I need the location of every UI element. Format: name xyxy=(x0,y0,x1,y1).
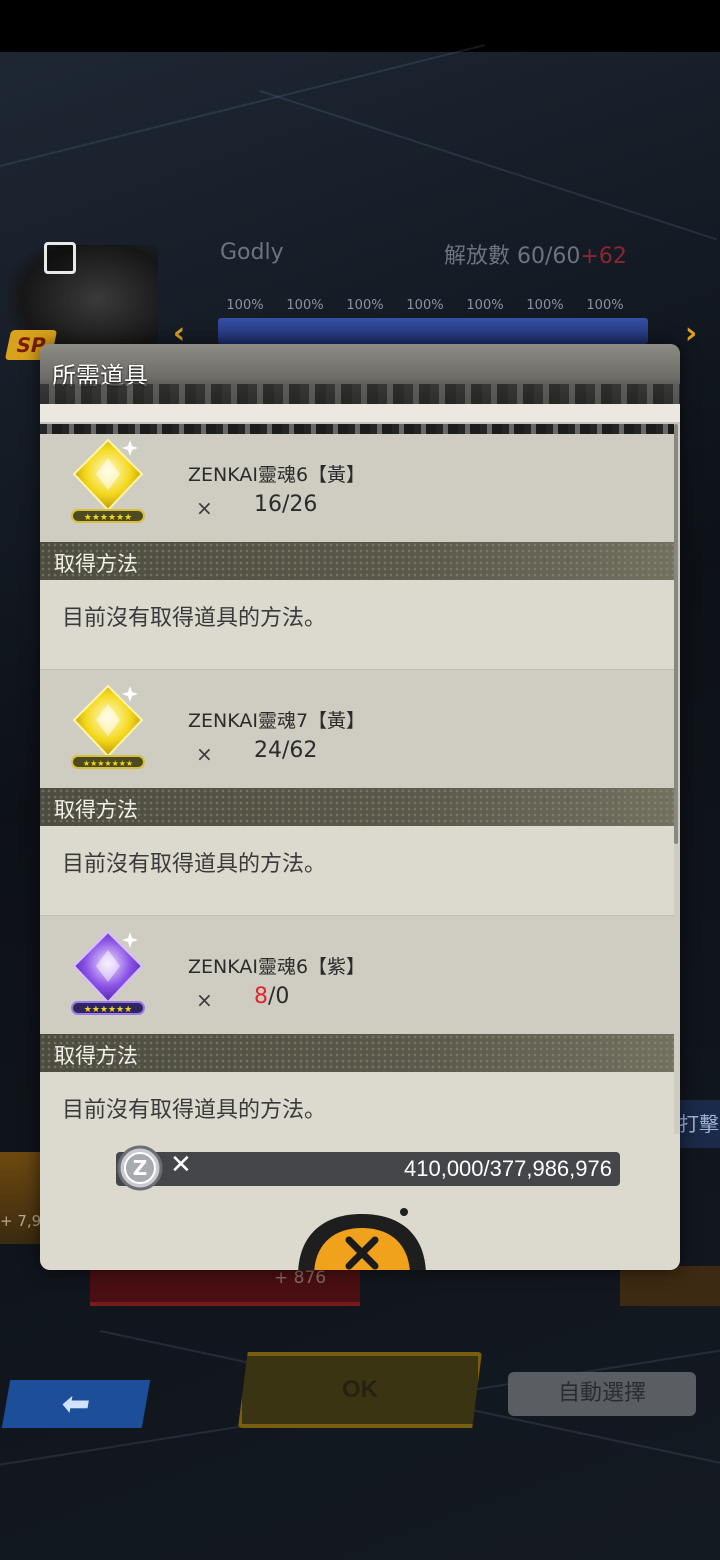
item-count-required: /26 xyxy=(282,492,318,517)
item-count-owned: 16 xyxy=(254,492,282,517)
yellow-soul-crystal-icon: ★★★★★★ xyxy=(71,438,145,523)
status-bar xyxy=(0,0,720,52)
tier-progress-5: 100% xyxy=(466,298,504,313)
item-info: ★★★★★★★ ZENKAI靈魂7【黃】 × 24/62 xyxy=(40,670,674,788)
purple-soul-crystal-icon: ★★★★★★ xyxy=(71,930,145,1015)
item-info: ★★★★★★ ZENKAI靈魂6【黃】 × 16/26 xyxy=(40,424,674,542)
release-count: 解放數 60/60+62 xyxy=(444,238,627,270)
left-stat-value: + 7,9 xyxy=(0,1212,42,1230)
left-stat-strip: + 7,9 xyxy=(0,1152,44,1244)
acquire-method-header: 取得方法 xyxy=(40,1034,674,1072)
acquire-method-text: 目前沒有取得道具的方法。 xyxy=(62,606,327,631)
item-info: ★★★★★★ ZENKAI靈魂6【紫】 × 8/0 xyxy=(40,916,674,1034)
release-count-value: 解放數 60/60 xyxy=(444,244,581,269)
character-select-checkbox[interactable] xyxy=(44,242,76,274)
svg-text:★★★★★★: ★★★★★★ xyxy=(84,1005,132,1015)
item-count: 24/62 xyxy=(254,738,317,763)
item-count-owned: 24 xyxy=(254,738,282,763)
required-item-row: ★★★★★★★ ZENKAI靈魂7【黃】 × 24/62 取得方法 目前沒有取得… xyxy=(40,670,674,916)
tier-next-arrow-icon[interactable]: › xyxy=(676,312,706,356)
acquire-method-body: 目前沒有取得道具的方法。 xyxy=(40,1072,674,1134)
acquire-method-text: 目前沒有取得道具的方法。 xyxy=(62,852,327,877)
item-name: ZENKAI靈魂6【紫】 xyxy=(188,956,366,978)
scrollbar-thumb[interactable] xyxy=(674,424,678,844)
item-name: ZENKAI靈魂6【黃】 xyxy=(188,464,366,486)
zeni-required: 410,000 xyxy=(404,1156,484,1181)
stat-panel-right xyxy=(620,1266,720,1306)
item-count-owned: 8 xyxy=(254,984,268,1009)
svg-text:Z: Z xyxy=(133,1156,148,1180)
required-item-row: ★★★★★★ ZENKAI靈魂6【黃】 × 16/26 取得方法 目前沒有取得道… xyxy=(40,424,674,670)
acquire-method-body: 目前沒有取得道具的方法。 xyxy=(40,580,674,670)
stat-panel: + 876 xyxy=(90,1266,360,1306)
tier-progress-2: 100% xyxy=(286,298,324,313)
back-arrow-icon: ⬅ xyxy=(58,1384,94,1424)
tier-progress-6: 100% xyxy=(526,298,564,313)
tier-progress-7: 100% xyxy=(586,298,624,313)
item-count: 8/0 xyxy=(254,984,289,1009)
back-button[interactable]: ⬅ xyxy=(1,1380,151,1428)
tier-progress-row: 100% 100% 100% 100% 100% 100% 100% xyxy=(215,298,655,316)
auto-select-button[interactable]: 自動選擇 xyxy=(508,1372,696,1416)
zeni-cost-value: 410,000/377,986,976 xyxy=(404,1156,612,1182)
tier-progress-1: 100% xyxy=(226,298,264,313)
acquire-method-label: 取得方法 xyxy=(54,1044,138,1068)
required-items-dialog: 所需道具 ★★★★★★ ZENKAI靈魂6【黃】 × 16/26 取得方法 目前… xyxy=(40,344,680,1270)
item-name: ZENKAI靈魂7【黃】 xyxy=(188,710,366,732)
ok-button[interactable]: OK xyxy=(238,1352,482,1428)
acquire-method-text: 目前沒有取得道具的方法。 xyxy=(62,1098,327,1123)
release-bonus: +62 xyxy=(580,244,627,269)
cost-times-icon: ✕ xyxy=(170,1150,192,1180)
tier-progress-3: 100% xyxy=(346,298,384,313)
required-item-row: ★★★★★★ ZENKAI靈魂6【紫】 × 8/0 取得方法 目前沒有取得道具的… xyxy=(40,916,674,1134)
svg-text:★★★★★★: ★★★★★★ xyxy=(84,513,132,523)
times-symbol: × xyxy=(196,496,213,520)
item-count: 16/26 xyxy=(254,492,317,517)
times-symbol: × xyxy=(196,742,213,766)
zeni-coin-icon: Z xyxy=(117,1145,163,1191)
bg-streak xyxy=(0,44,485,172)
rank-name: Godly xyxy=(220,240,284,265)
tier-bar xyxy=(218,318,648,344)
item-count-required: /0 xyxy=(268,984,290,1009)
times-symbol: × xyxy=(196,988,213,1012)
bg-streak xyxy=(259,90,717,241)
side-tab-strike[interactable]: 打擊 xyxy=(678,1100,720,1148)
acquire-method-label: 取得方法 xyxy=(54,552,138,576)
acquire-method-label: 取得方法 xyxy=(54,798,138,822)
required-items-list[interactable]: ★★★★★★ ZENKAI靈魂6【黃】 × 16/26 取得方法 目前沒有取得道… xyxy=(40,424,674,1134)
close-button[interactable] xyxy=(292,1206,432,1270)
stat-panel-value: + 876 xyxy=(274,1268,327,1288)
acquire-method-header: 取得方法 xyxy=(40,788,674,826)
acquire-method-body: 目前沒有取得道具的方法。 xyxy=(40,826,674,916)
dialog-header: 所需道具 xyxy=(40,344,680,406)
header-divider xyxy=(40,404,680,424)
yellow-soul-crystal-icon: ★★★★★★★ xyxy=(71,684,145,769)
acquire-method-header: 取得方法 xyxy=(40,542,674,580)
svg-text:★★★★★★★: ★★★★★★★ xyxy=(83,759,133,768)
zeni-owned: /377,986,976 xyxy=(483,1156,612,1181)
item-count-required: /62 xyxy=(282,738,318,763)
dialog-title: 所需道具 xyxy=(52,362,148,390)
tier-progress-4: 100% xyxy=(406,298,444,313)
